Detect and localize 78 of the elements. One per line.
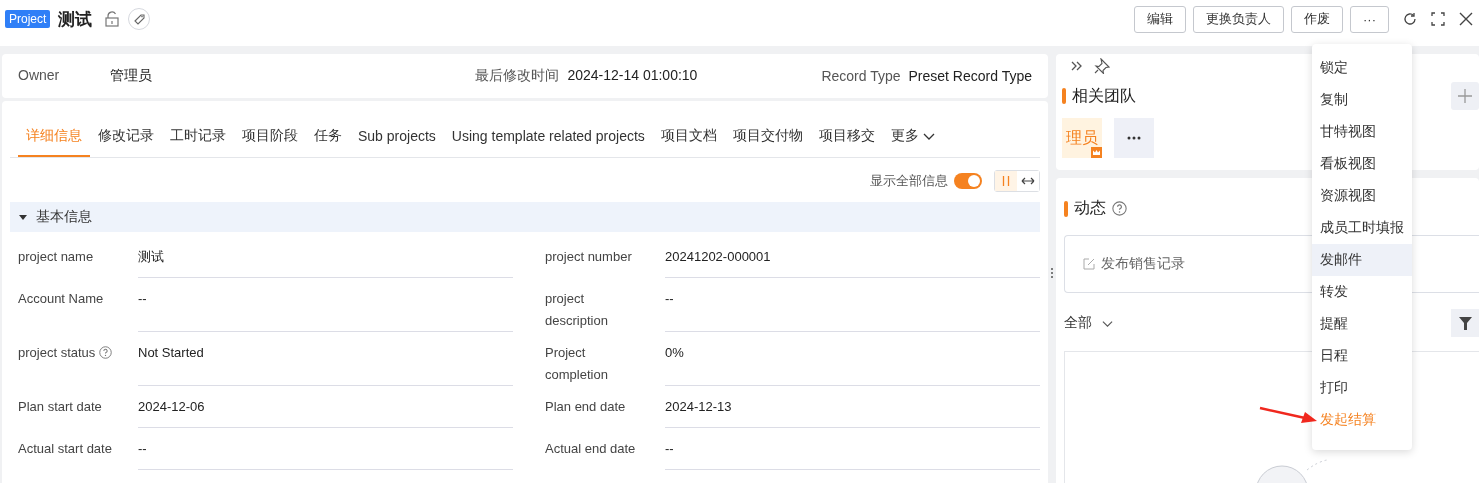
fullscreen-icon[interactable] <box>1431 12 1445 26</box>
tab[interactable]: 修改记录 <box>90 119 162 157</box>
field-value: 测试 <box>138 236 513 278</box>
field-value: 2024-12-06 <box>138 386 513 428</box>
field-value: -- <box>665 428 1040 470</box>
edit-icon <box>1083 258 1095 270</box>
menu-item[interactable]: 提醒 <box>1312 308 1412 340</box>
refresh-icon[interactable] <box>1403 12 1417 26</box>
menu-item[interactable]: 转发 <box>1312 276 1412 308</box>
tab[interactable]: 项目阶段 <box>234 119 306 157</box>
tab[interactable]: Sub projects <box>350 119 444 157</box>
field-value: -- <box>665 278 1040 332</box>
summary-label: Record Type <box>821 68 901 84</box>
menu-item[interactable]: 资源视图 <box>1312 180 1412 212</box>
summary-value: 2024-12-14 01:00:10 <box>567 67 698 85</box>
field-label: Actual start date <box>18 440 112 458</box>
activity-title: 动态 <box>1074 198 1106 218</box>
filter-button[interactable] <box>1451 309 1479 337</box>
field-value: 20241202-000001 <box>665 236 1040 278</box>
show-all-label: 显示全部信息 <box>870 172 948 190</box>
field-label: Actual end date <box>545 440 636 458</box>
header-button[interactable]: 更换负责人 <box>1193 5 1284 33</box>
menu-item[interactable]: 打印 <box>1312 372 1412 404</box>
field-label: project description <box>545 290 609 330</box>
menu-item[interactable]: 成员工时填报 <box>1312 212 1412 244</box>
header-button[interactable]: 编辑 <box>1134 5 1186 33</box>
tab[interactable]: 项目移交 <box>810 119 883 157</box>
help-icon[interactable] <box>1112 201 1127 216</box>
tab[interactable]: Using template related projects <box>443 119 653 157</box>
tab[interactable]: 工时记录 <box>162 119 234 157</box>
summary-label: Owner <box>18 67 61 85</box>
annotation-arrow <box>1259 406 1319 424</box>
pin-icon[interactable] <box>1094 58 1110 74</box>
toggle-switch[interactable] <box>954 173 982 189</box>
project-tag: Project <box>5 10 51 28</box>
more-icon <box>1127 136 1141 140</box>
header-button[interactable]: ··· <box>1350 5 1389 33</box>
close-icon[interactable] <box>1459 12 1473 26</box>
tab[interactable]: 项目交付物 <box>724 119 811 157</box>
summary-value: Preset Record Type <box>908 68 1032 84</box>
team-title: 相关团队 <box>1072 85 1136 106</box>
field-value: -- <box>138 278 513 332</box>
tab[interactable]: 项目文档 <box>652 119 725 157</box>
help-icon[interactable] <box>99 346 113 359</box>
field-label: project name <box>18 248 94 266</box>
field-label: Plan end date <box>545 398 626 416</box>
field-label: Plan start date <box>18 398 102 416</box>
menu-item[interactable]: 发邮件 <box>1312 244 1412 276</box>
field-label: Account Name <box>18 290 104 308</box>
filter-icon <box>1458 316 1472 330</box>
menu-item[interactable]: 锁定 <box>1312 52 1412 84</box>
field-value: -- <box>138 428 513 470</box>
more-tab[interactable]: 更多 <box>882 119 943 157</box>
field-value: 2024-12-13 <box>665 386 1040 428</box>
field-label: project number <box>545 248 632 266</box>
menu-item[interactable]: 复制 <box>1312 84 1412 116</box>
tab[interactable]: 任务 <box>306 119 350 157</box>
collapse-icon[interactable] <box>1070 60 1084 72</box>
tag-icon[interactable] <box>128 8 151 30</box>
summary-label: 最后修改时间 <box>475 67 560 85</box>
section-header[interactable]: 基本信息 <box>10 202 1040 232</box>
header-button[interactable]: 作废 <box>1291 5 1343 33</box>
menu-item[interactable]: 看板视图 <box>1312 148 1412 180</box>
field-value: Not Started <box>138 332 513 386</box>
record-title: 测试 <box>58 8 93 31</box>
section-title: 基本信息 <box>36 208 92 226</box>
double-arrow-icon <box>1021 175 1035 187</box>
filter-dropdown[interactable]: 全部 <box>1064 314 1113 332</box>
menu-item[interactable]: 日程 <box>1312 340 1412 372</box>
columns-icon <box>1000 175 1012 187</box>
menu-item[interactable]: 甘特视图 <box>1312 116 1412 148</box>
field-label: project status <box>18 344 96 362</box>
field-label: Project completion <box>545 344 609 384</box>
unlocked-lock-icon[interactable] <box>104 11 121 27</box>
plus-icon <box>1458 89 1472 103</box>
summary-value: 管理员 <box>110 67 152 85</box>
crown-icon <box>1091 147 1102 158</box>
field-value: 0% <box>665 332 1040 386</box>
